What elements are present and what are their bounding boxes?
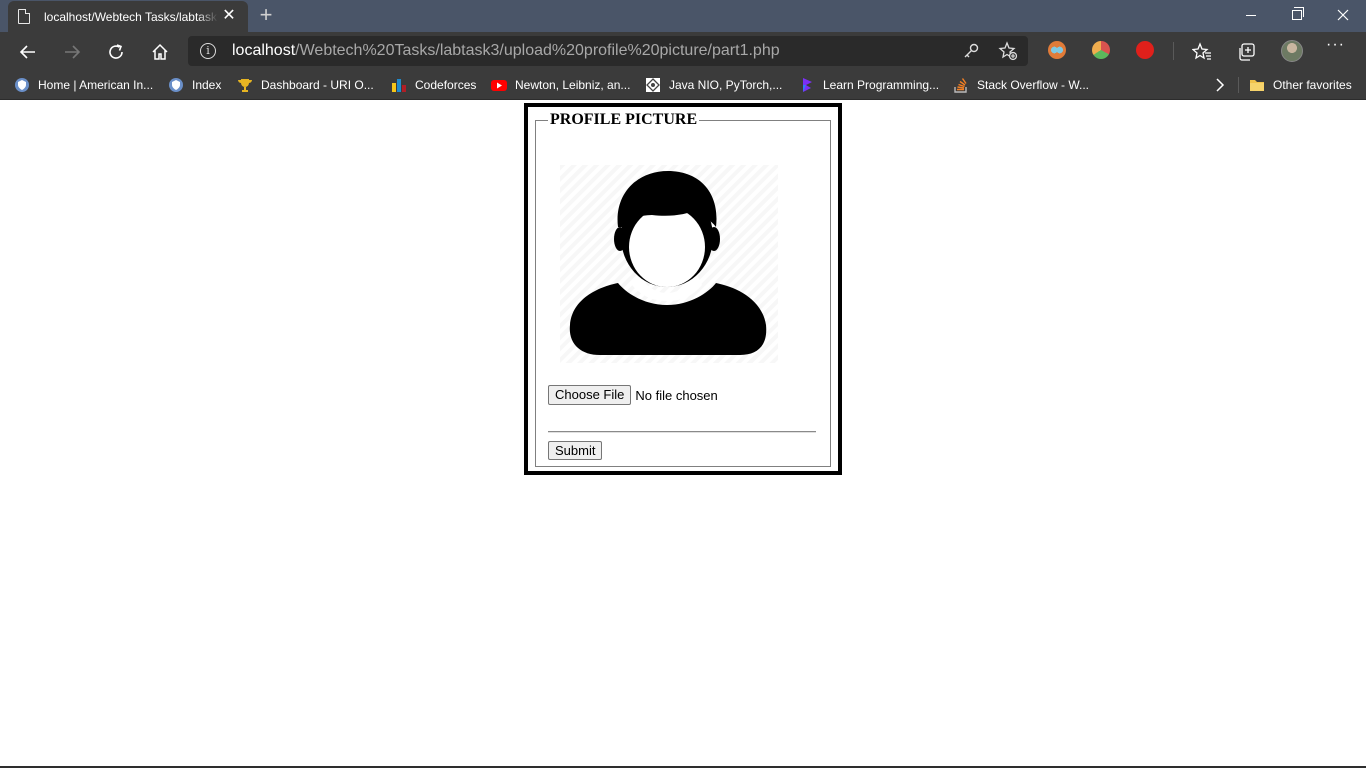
- bookmark-item[interactable]: Learn Programming...: [799, 76, 939, 94]
- profile-picture-fieldset: PROFILE PICTURE Choose File No file chos…: [535, 111, 831, 467]
- trophy-icon: [237, 77, 253, 93]
- stackoverflow-icon: [953, 77, 969, 93]
- horizontal-divider: [548, 431, 816, 433]
- document-icon: [18, 9, 30, 24]
- tab-strip: localhost/Webtech Tasks/labtask3/upload …: [0, 0, 1366, 32]
- youtube-icon: [491, 77, 507, 93]
- file-status-text: No file chosen: [635, 387, 718, 403]
- profile-picture-box: PROFILE PICTURE Choose File No file chos…: [524, 103, 842, 475]
- folder-icon: [1249, 77, 1265, 93]
- bookmark-label: Newton, Leibniz, an...: [515, 78, 631, 92]
- bookmarks-overflow-chevron-icon[interactable]: [1212, 75, 1228, 100]
- bookmark-label: Stack Overflow - W...: [977, 78, 1090, 92]
- close-icon: [1337, 9, 1349, 21]
- password-key-icon[interactable]: [962, 42, 980, 65]
- new-tab-button[interactable]: +: [254, 3, 278, 27]
- bookmark-label: Learn Programming...: [823, 78, 940, 92]
- other-favorites-label: Other favorites: [1273, 78, 1352, 92]
- fieldset-legend: PROFILE PICTURE: [550, 111, 698, 128]
- forward-button[interactable]: [56, 36, 88, 68]
- bookmark-label: Codeforces: [415, 78, 477, 92]
- toolbar-divider: [1173, 42, 1174, 60]
- url-host: localhost: [232, 42, 296, 59]
- extension-icon[interactable]: [1048, 41, 1066, 59]
- other-favorites[interactable]: Other favorites: [1249, 76, 1352, 94]
- bookmark-label: Home | American In...: [38, 78, 154, 92]
- default-avatar-image: [560, 165, 778, 363]
- restore-button[interactable]: [1274, 0, 1320, 30]
- brand-icon: [799, 77, 815, 93]
- profile-avatar[interactable]: [1281, 40, 1303, 62]
- choose-file-button[interactable]: Choose File: [548, 385, 632, 405]
- page-content: PROFILE PICTURE Choose File No file chos…: [0, 101, 1366, 768]
- reload-icon: [109, 44, 123, 59]
- browser-tab[interactable]: localhost/Webtech Tasks/labtask3/upload …: [8, 1, 248, 32]
- browser-toolbar: i localhost/Webtech%20Tasks/labtask3/upl…: [0, 32, 1366, 70]
- url-text[interactable]: localhost/Webtech%20Tasks/labtask3/uploa…: [232, 42, 780, 60]
- bookmark-label: Java NIO, PyTorch,...: [669, 78, 783, 92]
- bookmarks-bar: Home | American In... Index Dashboard - …: [0, 70, 1366, 100]
- home-icon: [152, 43, 168, 60]
- address-bar[interactable]: i localhost/Webtech%20Tasks/labtask3/upl…: [188, 36, 1028, 66]
- site-info-icon[interactable]: i: [200, 43, 216, 59]
- bookmark-label: Dashboard - URI O...: [261, 78, 374, 92]
- file-input-row: Choose File No file chosen: [548, 385, 718, 405]
- submit-wrapper: Submit: [548, 441, 603, 460]
- bookmarks-divider: [1238, 77, 1239, 93]
- submit-button[interactable]: Submit: [548, 441, 603, 460]
- diamond-icon: [645, 77, 661, 93]
- bookmark-item[interactable]: Java NIO, PyTorch,...: [645, 76, 782, 94]
- ad-block-icon[interactable]: [1136, 41, 1154, 59]
- back-button[interactable]: [12, 36, 44, 68]
- favorites-button[interactable]: [1186, 36, 1218, 68]
- bookmark-item[interactable]: Newton, Leibniz, an...: [491, 76, 630, 94]
- extension-icon[interactable]: [1092, 41, 1110, 59]
- url-path: /Webtech%20Tasks/labtask3/upload%20profi…: [295, 42, 780, 59]
- add-favorite-icon[interactable]: [998, 41, 1018, 66]
- forward-arrow-icon: [65, 45, 81, 59]
- back-arrow-icon: [19, 45, 35, 59]
- settings-more-button[interactable]: ···: [1326, 36, 1345, 54]
- minimize-button[interactable]: [1228, 0, 1274, 30]
- restore-icon: [1292, 7, 1304, 20]
- bookmark-item[interactable]: Index: [168, 76, 221, 94]
- reload-button[interactable]: [100, 36, 132, 68]
- home-button[interactable]: [144, 36, 176, 68]
- bookmark-item[interactable]: Stack Overflow - W...: [953, 76, 1089, 94]
- bookmark-label: Index: [192, 78, 222, 92]
- collections-icon: [1239, 43, 1255, 61]
- close-window-button[interactable]: [1320, 0, 1366, 30]
- bar-chart-icon: [391, 77, 407, 93]
- bookmark-item[interactable]: Home | American In...: [14, 76, 153, 94]
- shield-icon: [168, 77, 184, 93]
- tab-close-button[interactable]: ✕: [220, 7, 238, 25]
- shield-icon: [14, 77, 30, 93]
- tab-title: localhost/Webtech Tasks/labtask3/upload …: [44, 9, 218, 24]
- collections-button[interactable]: [1230, 36, 1262, 68]
- bookmark-item[interactable]: Codeforces: [391, 76, 476, 94]
- bookmark-item[interactable]: Dashboard - URI O...: [237, 76, 374, 94]
- favorites-icon: [1192, 42, 1211, 60]
